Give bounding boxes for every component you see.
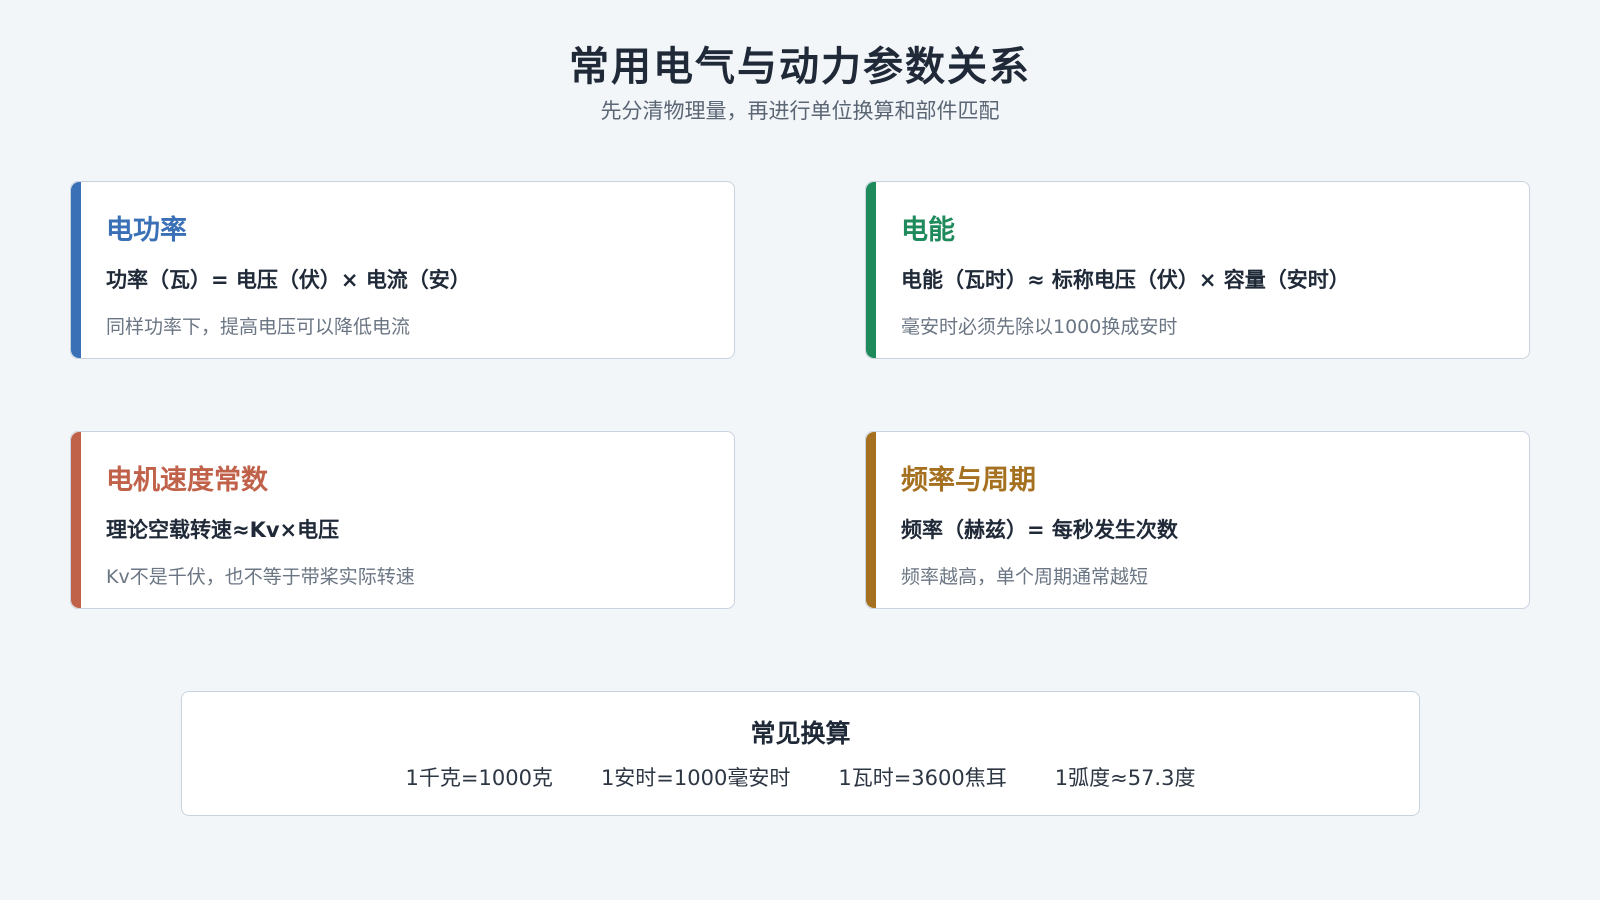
page: 常用电气与动力参数关系 先分清物理量，再进行单位换算和部件匹配 电功率 功率（瓦… <box>0 0 1600 900</box>
card-electric-energy: 电能 电能（瓦时）≈ 标称电压（伏）× 容量（安时） 毫安时必须先除以1000换… <box>865 181 1530 359</box>
page-title: 常用电气与动力参数关系 <box>569 44 1031 90</box>
conversion-item: 1瓦时=3600焦耳 <box>838 766 1007 790</box>
conversion-panel: 常见换算 1千克=1000克 1安时=1000毫安时 1瓦时=3600焦耳 1弧… <box>181 691 1420 816</box>
card-note: Kv不是千伏，也不等于带桨实际转速 <box>106 566 415 588</box>
card-formula: 频率（赫兹）= 每秒发生次数 <box>901 518 1178 542</box>
card-electric-power: 电功率 功率（瓦）= 电压（伏）× 电流（安） 同样功率下，提高电压可以降低电流 <box>70 181 735 359</box>
card-formula: 功率（瓦）= 电压（伏）× 电流（安） <box>106 268 471 292</box>
card-formula: 理论空载转速≈Kv×电压 <box>106 518 340 542</box>
conversion-list: 1千克=1000克 1安时=1000毫安时 1瓦时=3600焦耳 1弧度≈57.… <box>182 762 1419 792</box>
card-title: 电能 <box>901 215 955 246</box>
conversion-item: 1安时=1000毫安时 <box>600 766 791 790</box>
card-accent-bar <box>866 432 876 608</box>
card-formula: 电能（瓦时）≈ 标称电压（伏）× 容量（安时） <box>901 268 1350 292</box>
card-title: 电功率 <box>106 215 187 246</box>
conversion-title: 常见换算 <box>750 719 851 748</box>
card-note: 同样功率下，提高电压可以降低电流 <box>106 316 411 338</box>
card-motor-kv: 电机速度常数 理论空载转速≈Kv×电压 Kv不是千伏，也不等于带桨实际转速 <box>70 431 735 609</box>
card-accent-bar <box>71 182 81 358</box>
card-frequency-period: 频率与周期 频率（赫兹）= 每秒发生次数 频率越高，单个周期通常越短 <box>865 431 1530 609</box>
conversion-item: 1千克=1000克 <box>405 766 553 790</box>
card-note: 毫安时必须先除以1000换成安时 <box>901 316 1178 338</box>
page-subtitle: 先分清物理量，再进行单位换算和部件匹配 <box>600 99 1000 123</box>
card-accent-bar <box>71 432 81 608</box>
card-accent-bar <box>866 182 876 358</box>
conversion-item: 1弧度≈57.3度 <box>1054 766 1196 790</box>
card-note: 频率越高，单个周期通常越短 <box>901 566 1149 588</box>
card-title: 电机速度常数 <box>106 465 268 496</box>
card-title: 频率与周期 <box>901 465 1036 496</box>
